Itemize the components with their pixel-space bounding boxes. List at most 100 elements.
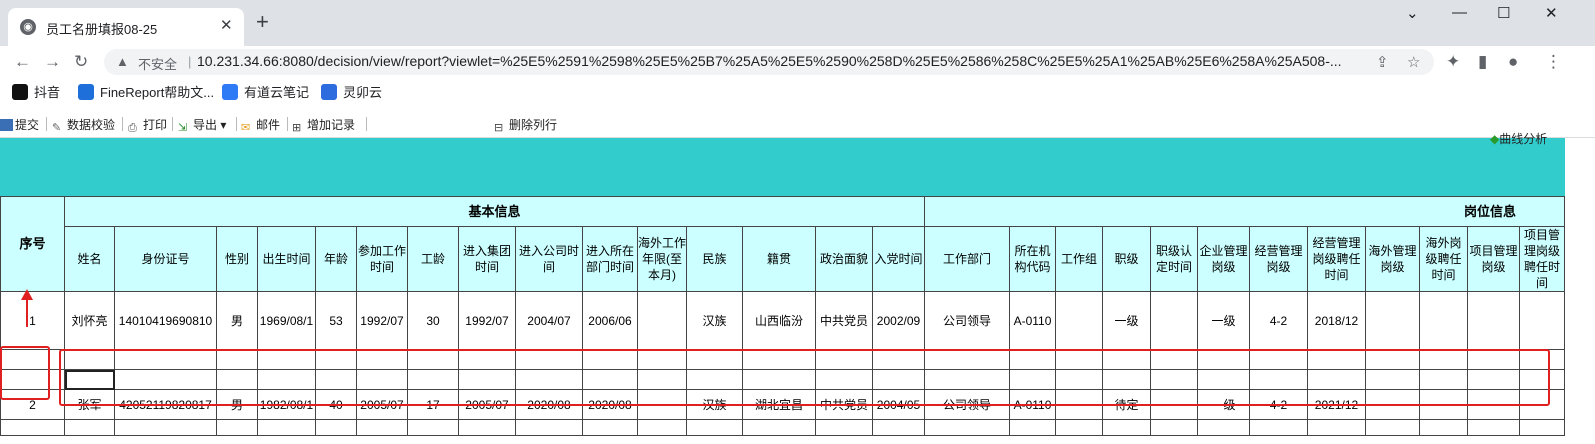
table-cell[interactable]: 2018/12: [1307, 291, 1366, 350]
add-row-icon: ⊞: [292, 122, 302, 134]
table-cell[interactable]: [686, 419, 743, 436]
table-cell[interactable]: 4-2: [1249, 291, 1308, 350]
table-cell[interactable]: [1055, 291, 1103, 350]
table-cell[interactable]: [1365, 291, 1420, 350]
url-text[interactable]: 10.231.34.66:8080/decision/view/report?v…: [197, 53, 1342, 69]
toolbar-divider: [366, 117, 367, 131]
table-cell[interactable]: [1307, 419, 1366, 436]
warning-icon[interactable]: ▲: [116, 54, 129, 69]
table-cell[interactable]: [1150, 291, 1198, 350]
table-cell[interactable]: [924, 419, 1010, 436]
side-panel-icon[interactable]: ▮: [1478, 52, 1487, 72]
table-cell[interactable]: [1467, 291, 1520, 350]
table-cell[interactable]: 2004/07: [515, 291, 583, 350]
table-cell[interactable]: [1519, 291, 1565, 350]
toolbar-divider: [287, 117, 288, 131]
omnibox[interactable]: ▲ 不安全 | 10.231.34.66:8080/decision/view/…: [104, 49, 1434, 75]
column-header: 经营管理岗级: [1249, 226, 1308, 292]
table-cell[interactable]: [114, 419, 217, 436]
table-cell[interactable]: 2006/06: [582, 291, 638, 350]
insecure-label[interactable]: 不安全: [138, 54, 177, 73]
extensions-icon[interactable]: ✦: [1446, 52, 1460, 72]
table-cell[interactable]: [1519, 419, 1565, 436]
table-cell[interactable]: 中共党员: [815, 291, 873, 350]
bookmark-star-icon[interactable]: ☆: [1407, 53, 1420, 71]
group-header-row: 序号 基本信息 岗位信息: [0, 196, 1565, 292]
table-cell[interactable]: [1102, 419, 1151, 436]
delete-row-button[interactable]: ⊟ 删除列行: [494, 116, 557, 134]
bookmark-douyin[interactable]: 抖音: [12, 82, 60, 101]
share-icon[interactable]: ⇪: [1376, 53, 1389, 71]
print-button[interactable]: ⎙ 打印: [128, 116, 167, 134]
column-header: 工作组: [1055, 226, 1103, 292]
mail-button[interactable]: ✉ 邮件: [241, 116, 280, 134]
table-cell[interactable]: 公司领导: [924, 291, 1010, 350]
table-cell[interactable]: 53: [315, 291, 357, 350]
table-cell[interactable]: [515, 419, 583, 436]
table-cell[interactable]: A-0110: [1009, 291, 1056, 350]
table-cell[interactable]: [1009, 419, 1056, 436]
table-cell[interactable]: 男: [216, 291, 258, 350]
table-cell[interactable]: [216, 419, 258, 436]
table-cell[interactable]: [637, 291, 687, 350]
scrollbar-area[interactable]: [1565, 138, 1595, 444]
table-cell[interactable]: [582, 419, 638, 436]
table-cell[interactable]: [742, 419, 816, 436]
maximize-icon[interactable]: ☐: [1497, 4, 1510, 22]
seq-cell[interactable]: 1: [0, 291, 65, 350]
table-cell[interactable]: 一级: [1197, 291, 1250, 350]
table-cell[interactable]: [1055, 419, 1103, 436]
table-cell[interactable]: 30: [407, 291, 459, 350]
table-cell[interactable]: 1992/07: [458, 291, 516, 350]
table-cell[interactable]: [458, 419, 516, 436]
back-icon[interactable]: ←: [14, 52, 31, 72]
column-header: 海外管理岗级: [1365, 226, 1420, 292]
table-cell[interactable]: 一级: [1102, 291, 1151, 350]
tab-close-icon[interactable]: ✕: [220, 16, 233, 34]
window-close-icon[interactable]: ✕: [1545, 4, 1558, 22]
reload-icon[interactable]: ↻: [74, 52, 88, 72]
minimize-icon[interactable]: —: [1452, 4, 1467, 21]
table-cell[interactable]: [815, 419, 873, 436]
table-cell[interactable]: [356, 419, 408, 436]
table-cell[interactable]: 山西临汾: [742, 291, 816, 350]
table-cell[interactable]: [1467, 419, 1520, 436]
curve-analysis-button[interactable]: ◆曲线分析: [1490, 130, 1547, 147]
table-cell[interactable]: [1197, 419, 1250, 436]
table-cell[interactable]: [1150, 419, 1198, 436]
browser-tab[interactable]: ◉ 员工名册填报08-25 ✕: [8, 8, 244, 46]
new-tab-button[interactable]: +: [256, 11, 269, 33]
table-cell[interactable]: [1419, 291, 1468, 350]
table-cell[interactable]: [1419, 419, 1468, 436]
tab-search-chevron-icon[interactable]: ⌄: [1406, 4, 1419, 22]
bookmark-youdao[interactable]: 有道云笔记: [222, 82, 309, 101]
column-header: 身份证号: [114, 226, 217, 292]
table-cell[interactable]: 汉族: [686, 291, 743, 350]
table-cell[interactable]: 1969/08/1: [257, 291, 316, 350]
highlight-seq-box: [0, 346, 50, 400]
menu-icon[interactable]: ⋮: [1545, 52, 1562, 72]
table-cell[interactable]: 刘怀亮: [64, 291, 115, 350]
verify-icon: ✎: [52, 122, 62, 134]
table-cell[interactable]: [637, 419, 687, 436]
table-cell[interactable]: [407, 419, 459, 436]
table-cell[interactable]: 2002/09: [872, 291, 925, 350]
seq-cell[interactable]: [0, 419, 65, 436]
column-header: 进入公司时间: [515, 226, 583, 292]
profile-avatar-icon[interactable]: ●: [1508, 52, 1518, 72]
verify-button[interactable]: ✎ 数据校验: [52, 116, 115, 134]
table-cell[interactable]: [64, 419, 115, 436]
forward-icon[interactable]: →: [44, 52, 61, 72]
table-cell[interactable]: [1249, 419, 1308, 436]
submit-button[interactable]: 提交: [0, 116, 39, 133]
table-cell[interactable]: [1365, 419, 1420, 436]
table-cell[interactable]: [872, 419, 925, 436]
bookmark-finereport[interactable]: FineReport帮助文...: [78, 82, 214, 101]
table-cell[interactable]: 1992/07: [356, 291, 408, 350]
table-cell[interactable]: [315, 419, 357, 436]
add-record-button[interactable]: ⊞ 增加记录: [292, 116, 355, 134]
export-button[interactable]: ⇲ 导出 ▾: [178, 116, 226, 134]
table-cell[interactable]: 14010419690810: [114, 291, 217, 350]
table-cell[interactable]: [257, 419, 316, 436]
bookmark-lingmao[interactable]: 灵卯云: [321, 82, 382, 101]
